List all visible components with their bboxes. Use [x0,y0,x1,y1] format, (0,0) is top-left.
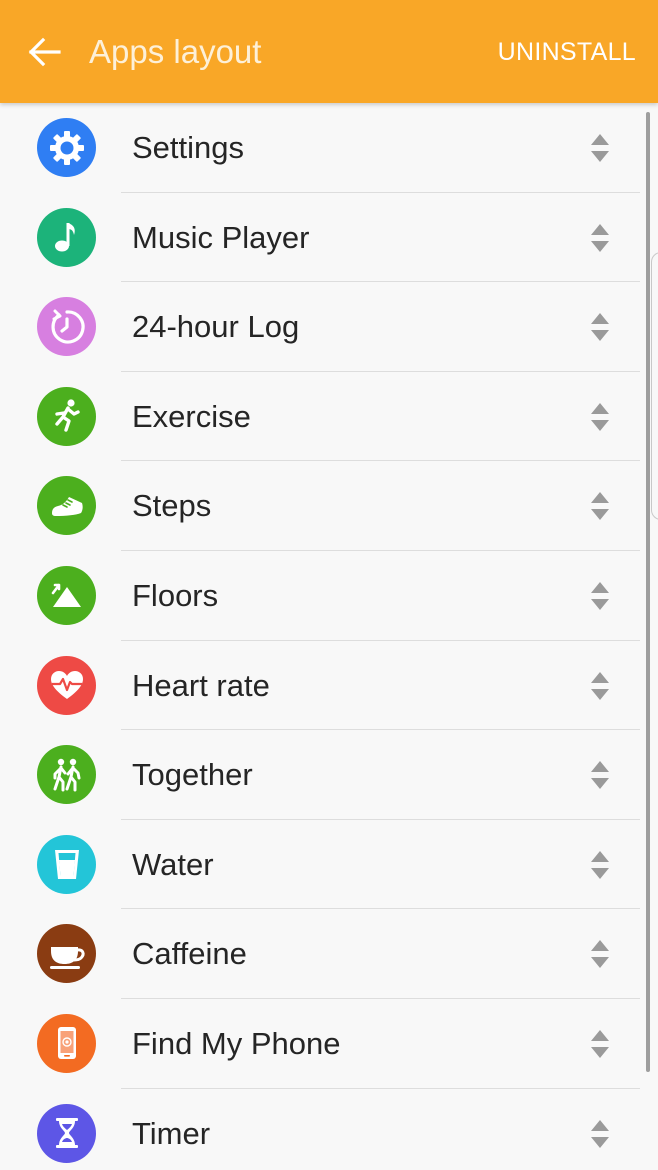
item-label: Together [132,757,253,793]
reorder-handle[interactable] [584,667,616,705]
item-label: Floors [132,577,219,613]
scrollbar[interactable] [646,112,650,1072]
list-item-floors[interactable]: Floors [0,551,658,641]
shoe-icon [37,476,96,536]
runner-icon [37,386,96,446]
gear-icon [37,118,96,177]
list-item-heart-rate[interactable]: Heart rate [0,641,658,731]
reorder-handle[interactable] [584,308,616,346]
list-item-24-hour-log[interactable]: 24-hour Log [0,282,658,372]
reorder-handle[interactable] [584,756,616,794]
reorder-arrows-icon [591,850,609,879]
clock-log-icon [37,297,96,357]
list-item-find-my-phone[interactable]: Find My Phone [0,999,658,1089]
app-list: Settings Music Player 24-hour Log Exerci… [0,103,658,1170]
uninstall-button[interactable]: UNINSTALL [498,28,636,76]
item-label: Timer [132,1115,211,1151]
reorder-handle[interactable] [584,219,616,257]
reorder-arrows-icon [591,671,609,700]
reorder-arrows-icon [591,313,609,342]
page-title: Apps layout [89,33,262,70]
item-label: Heart rate [132,667,270,703]
reorder-arrows-icon [591,581,609,610]
reorder-arrows-icon [591,761,609,790]
list-item-exercise[interactable]: Exercise [0,372,658,462]
item-label: Water [132,846,214,882]
reorder-handle[interactable] [584,129,616,167]
app-bar: Apps layout UNINSTALL [0,0,658,103]
heart-pulse-icon [37,655,96,715]
coffee-cup-icon [37,924,96,984]
reorder-handle[interactable] [584,577,616,615]
reorder-handle[interactable] [584,935,616,973]
reorder-handle[interactable] [584,846,616,884]
item-label: 24-hour Log [132,309,300,345]
reorder-handle[interactable] [584,1025,616,1063]
edge-panel-handle[interactable] [651,252,658,520]
reorder-handle[interactable] [584,487,616,525]
reorder-handle[interactable] [584,398,616,436]
music-note-icon [37,207,96,267]
list-item-settings[interactable]: Settings [0,103,658,193]
item-label: Steps [132,488,212,524]
reorder-arrows-icon [591,223,609,252]
item-label: Settings [132,130,245,165]
reorder-handle[interactable] [584,1115,616,1153]
arrow-left-icon [28,37,61,67]
glass-icon [37,834,96,894]
walkers-icon [37,745,96,805]
reorder-arrows-icon [591,1119,609,1148]
item-label: Caffeine [132,936,247,972]
item-label: Exercise [132,398,251,434]
phone-icon [37,1013,96,1073]
list-item-together[interactable]: Together [0,730,658,820]
reorder-arrows-icon [591,492,609,521]
reorder-arrows-icon [591,940,609,969]
list-item-caffeine[interactable]: Caffeine [0,909,658,999]
list-item-steps[interactable]: Steps [0,461,658,551]
list-item-timer[interactable]: Timer [0,1089,658,1170]
item-label: Find My Phone [132,1025,341,1061]
reorder-arrows-icon [591,402,609,431]
reorder-arrows-icon [591,134,609,162]
hourglass-icon [37,1103,96,1163]
mountain-icon [37,565,96,625]
list-item-music-player[interactable]: Music Player [0,193,658,283]
reorder-arrows-icon [591,1029,609,1058]
list-item-water[interactable]: Water [0,820,658,910]
back-button[interactable] [22,28,66,76]
item-label: Music Player [132,219,310,255]
